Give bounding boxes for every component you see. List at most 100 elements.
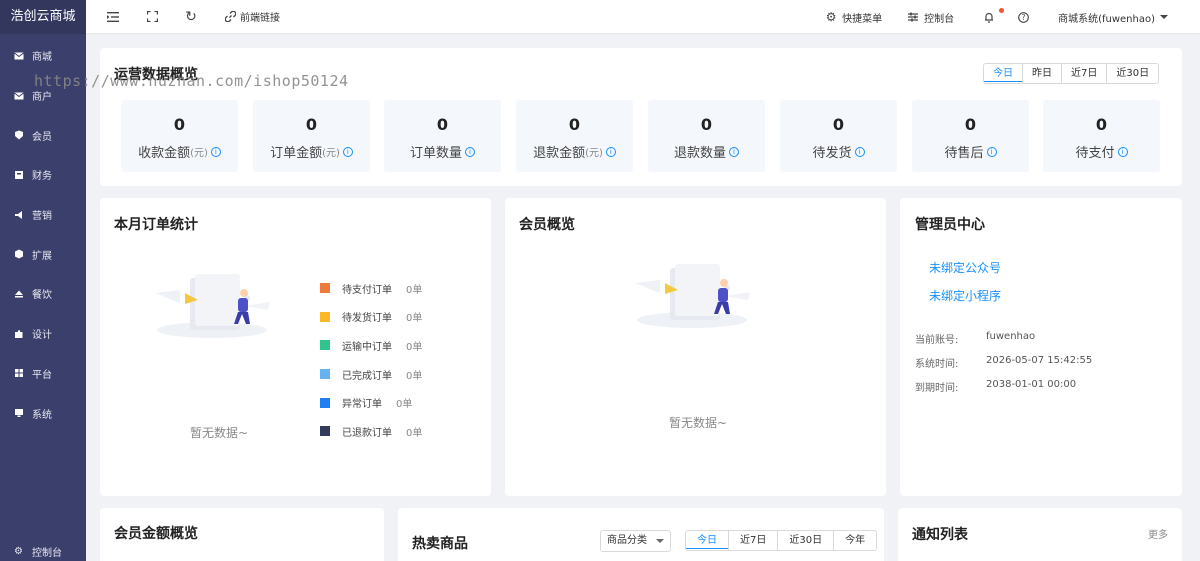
notification-bell[interactable]: [982, 8, 1005, 24]
brand-logo[interactable]: 浩创云商城: [0, 0, 86, 34]
stat-label-row: 收款金额 (元) i: [121, 142, 238, 161]
gear-icon: ⚙: [14, 546, 23, 557]
console-label: 控制台: [924, 13, 955, 25]
legend-label: 已完成订单: [342, 370, 392, 382]
topbar: ↻ 前端链接 ⚙ 快捷菜单 控制台 ? 商城系统(fuwenhao): [86, 0, 1200, 34]
sidebar-item-label: 系统: [32, 409, 52, 421]
legend-label: 运输中订单: [342, 341, 392, 353]
info-icon[interactable]: i: [986, 146, 997, 157]
stat-label-row: 待售后 i: [912, 142, 1029, 161]
stat-value: 0: [964, 115, 977, 134]
bind-official-account-link[interactable]: 未绑定公众号: [929, 259, 1001, 276]
current-account-row: 当前账号: fuwenhao: [915, 331, 1035, 346]
stat-tile: 0 收款金额 (元) i: [121, 100, 238, 172]
legend-item: 已退款订单 0单: [320, 417, 422, 446]
stat-label-row: 退款金额 (元) i: [516, 142, 633, 161]
stat-label-row: 订单金额 (元) i: [253, 142, 370, 161]
more-link[interactable]: 更多: [1148, 526, 1168, 541]
gear-icon: ⚙: [825, 10, 837, 24]
bind-mini-program-link[interactable]: 未绑定小程序: [929, 287, 1001, 304]
legend-swatch: [320, 283, 330, 294]
frontend-link[interactable]: 前端链接: [240, 9, 280, 24]
account-name: 商城系统(fuwenhao): [1058, 13, 1155, 25]
tab-7days[interactable]: 近7日: [1061, 64, 1107, 83]
stat-unit: (元): [585, 148, 603, 159]
legend-swatch: [320, 426, 330, 437]
puzzle-icon: [14, 329, 24, 339]
bell-icon: [982, 10, 996, 24]
tab-today[interactable]: 今日: [686, 531, 729, 549]
sidebar-item-marketing[interactable]: 营销: [0, 195, 86, 235]
sidebar-item-label: 平台: [32, 369, 52, 381]
stat-unit: (元): [322, 148, 340, 159]
sidebar-item-finance[interactable]: 财务: [0, 155, 86, 195]
member-overview-title: 会员概览: [519, 217, 575, 233]
sliders-icon: [906, 10, 920, 24]
info-icon[interactable]: i: [854, 146, 865, 157]
empty-text: 暂无数据~: [190, 426, 249, 440]
info-icon[interactable]: i: [465, 146, 475, 157]
stat-label-row: 退款数量 i: [648, 142, 765, 161]
order-status-legend: 待支付订单 0单 待发货订单 0单 运输中订单 0单 已完成订单 0单 异常订单…: [320, 274, 422, 446]
stat-value: 0: [700, 115, 713, 134]
stat-label: 订单金额: [270, 146, 323, 161]
monthly-orders-title: 本月订单统计: [114, 217, 198, 233]
sidebar-item-console[interactable]: ⚙ 控制台: [0, 541, 86, 561]
fullscreen-icon[interactable]: [145, 10, 159, 24]
legend-count: 0单: [406, 427, 423, 439]
info-value: 2038-01-01 00:00: [986, 379, 1077, 390]
info-icon[interactable]: i: [342, 146, 353, 157]
stat-tile: 0 退款金额 (元) i: [516, 100, 633, 172]
tab-today[interactable]: 今日: [984, 64, 1023, 82]
unread-dot: [999, 8, 1005, 13]
sidebar-item-mall[interactable]: 商城: [0, 36, 86, 76]
empty-illustration: [635, 264, 750, 328]
info-icon[interactable]: i: [1117, 146, 1128, 157]
sidebar-item-system[interactable]: 系统: [0, 393, 86, 433]
legend-item: 异常订单 0单: [320, 388, 422, 417]
tab-this-year[interactable]: 今年: [833, 531, 877, 550]
grid-icon: [14, 368, 24, 378]
stat-label-row: 待支付 i: [1043, 142, 1160, 161]
stat-label: 待发货: [812, 146, 852, 161]
sidebar-item-member[interactable]: 会员: [0, 115, 86, 155]
sidebar-item-extension[interactable]: 扩展: [0, 234, 86, 274]
console-button[interactable]: 控制台: [906, 10, 954, 25]
hot-products-range-tabs: 今日 近7日 近30日 今年: [685, 530, 878, 551]
category-select-value: 商品分类: [607, 535, 647, 546]
stat-tile: 0 待发货 i: [780, 100, 897, 172]
account-dropdown[interactable]: 商城系统(fuwenhao): [1058, 10, 1168, 25]
sidebar-item-platform[interactable]: 平台: [0, 354, 86, 394]
tab-30days[interactable]: 近30日: [777, 531, 834, 550]
quick-menu-button[interactable]: ⚙ 快捷菜单: [824, 10, 882, 25]
legend-label: 异常订单: [342, 399, 382, 411]
legend-item: 运输中订单 0单: [320, 331, 422, 360]
refresh-icon[interactable]: ↻: [184, 9, 198, 25]
help-button[interactable]: ?: [1016, 10, 1034, 24]
legend-item: 待支付订单 0单: [320, 274, 422, 303]
menu-fold-icon[interactable]: [106, 10, 120, 24]
legend-label: 已退款订单: [342, 427, 392, 439]
monthly-orders-card: [100, 198, 491, 496]
member-amount-title: 会员金额概览: [114, 526, 198, 542]
tab-yesterday[interactable]: 昨日: [1022, 64, 1061, 83]
category-select[interactable]: 商品分类: [600, 530, 671, 552]
sidebar-item-catering[interactable]: 餐饮: [0, 274, 86, 314]
tab-30days[interactable]: 近30日: [1106, 64, 1159, 83]
stat-tile: 0 待售后 i: [912, 100, 1029, 172]
info-icon[interactable]: i: [210, 146, 221, 157]
envelope-icon: [14, 91, 24, 101]
caret-down-icon: [1160, 15, 1168, 19]
stat-unit: (元): [190, 148, 208, 159]
sidebar-item-label: 商城: [32, 52, 52, 64]
megaphone-icon: [14, 210, 24, 220]
tag-icon: [14, 130, 24, 140]
caret-down-icon: [656, 539, 664, 543]
info-icon[interactable]: i: [729, 146, 739, 157]
sidebar-item-design[interactable]: 设计: [0, 314, 86, 354]
sidebar-item-label: 会员: [32, 131, 52, 143]
info-icon[interactable]: i: [605, 146, 616, 157]
tab-7days[interactable]: 近7日: [728, 531, 778, 550]
stat-value: 0: [305, 115, 318, 134]
stat-tile: 0 待支付 i: [1043, 100, 1160, 172]
